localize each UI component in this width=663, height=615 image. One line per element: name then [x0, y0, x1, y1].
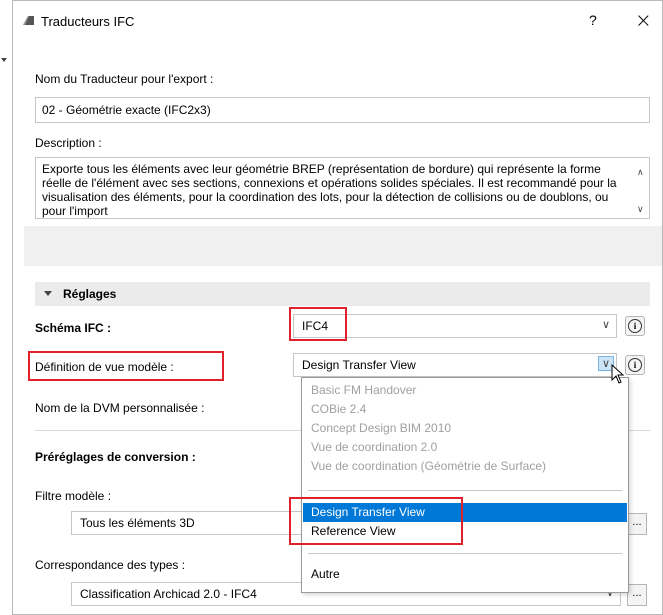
dropdown-item: Basic FM Handover [311, 383, 417, 397]
mvd-dropdown-list: Basic FM Handover COBie 2.4 Concept Desi… [301, 377, 629, 593]
dialog-title: Traducteurs IFC [41, 14, 135, 29]
collapse-arrow-icon[interactable] [1, 58, 7, 62]
translator-name-field[interactable]: 02 - Géométrie exacte (IFC2x3) [35, 97, 650, 123]
info-icon: i [628, 319, 642, 333]
ifc-schema-label: Schéma IFC : [35, 321, 112, 335]
model-filter-more-button[interactable]: ... [627, 513, 647, 535]
mvd-info-button[interactable]: i [625, 355, 645, 375]
translator-name-label: Nom du Traducteur pour l'export : [35, 72, 214, 86]
translator-name-value: 02 - Géométrie exacte (IFC2x3) [42, 103, 211, 117]
expand-triangle-icon [44, 291, 52, 296]
help-button[interactable]: ? [589, 12, 597, 28]
settings-section-header[interactable]: Réglages [35, 282, 650, 306]
model-filter-label: Filtre modèle : [35, 489, 112, 503]
chevron-down-icon: ∨ [601, 319, 610, 331]
dropdown-highlight [289, 497, 463, 545]
description-textarea[interactable]: Exporte tous les éléments avec leur géom… [35, 157, 650, 219]
mouse-pointer-icon [611, 364, 625, 384]
dropdown-item: Vue de coordination 2.0 [311, 440, 438, 454]
close-button[interactable]: × [635, 8, 652, 32]
dropdown-item: Vue de coordination (Géométrie de Surfac… [311, 459, 547, 473]
mvd-value: Design Transfer View [302, 358, 416, 372]
mvd-label-highlight [28, 351, 224, 381]
custom-mvd-label: Nom de la DVM personnalisée : [35, 401, 205, 415]
scroll-down-icon[interactable]: ∨ [637, 204, 644, 215]
mvd-select[interactable]: Design Transfer View ∨ [293, 353, 617, 377]
dropdown-separator [308, 490, 622, 491]
model-filter-value: Tous les éléments 3D [80, 516, 195, 530]
spacer-panel [24, 226, 662, 266]
description-text: Exporte tous les éléments avec leur géom… [42, 162, 617, 218]
info-icon: i [628, 358, 642, 372]
dropdown-item: COBie 2.4 [311, 402, 367, 416]
title-bar: Traducteurs IFC ? × [13, 1, 662, 39]
type-mapping-more-button[interactable]: ... [627, 584, 647, 606]
conversion-presets-label: Préréglages de conversion : [35, 450, 196, 464]
scroll-up-icon[interactable]: ∧ [637, 167, 644, 178]
dropdown-separator [308, 553, 622, 554]
settings-section-label: Réglages [63, 287, 117, 301]
type-mapping-label: Correspondance des types : [35, 558, 186, 572]
ifc-schema-info-button[interactable]: i [625, 316, 645, 336]
archicad-app-icon [23, 16, 34, 25]
ifc-schema-highlight [289, 307, 347, 341]
dropdown-item: Concept Design BIM 2010 [311, 421, 452, 435]
dropdown-item-other[interactable]: Autre [303, 565, 627, 584]
type-mapping-value: Classification Archicad 2.0 - IFC4 [80, 587, 257, 601]
ifc-translators-dialog: Traducteurs IFC ? × Nom du Traducteur po… [1, 0, 663, 615]
description-label: Description : [35, 136, 102, 150]
